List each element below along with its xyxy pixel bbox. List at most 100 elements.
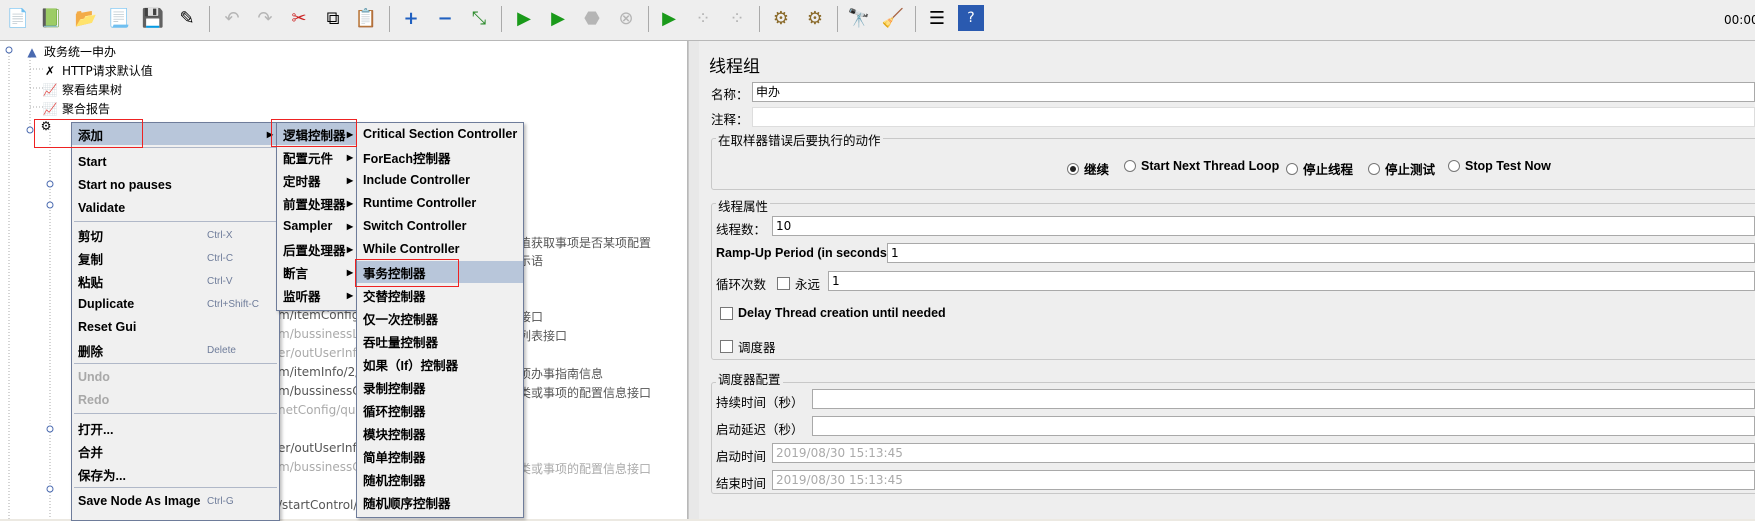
tree-node-results-tree[interactable]: 📈 察看结果树 (42, 81, 123, 98)
menu-item-foreach[interactable]: ForEach控制器 (357, 146, 523, 168)
menu-item-open[interactable]: 打开... (72, 417, 113, 439)
menu-item-timer[interactable]: 定时器 ▶ (277, 169, 359, 191)
start-time-field[interactable]: 2019/08/30 15:13:45 (772, 443, 1755, 463)
paste-icon[interactable]: 📋 (353, 5, 379, 31)
search-icon[interactable]: 🔭 (846, 5, 872, 31)
listener-icon: 📈 (42, 82, 58, 97)
submenu-arrow-icon: ▶ (346, 152, 353, 162)
stop-icon[interactable]: ⬣ (579, 5, 605, 31)
collapse-icon[interactable]: − (432, 5, 458, 31)
radio-stop-test-now[interactable]: Stop Test Now (1448, 159, 1551, 173)
menu-item-sampler[interactable]: Sampler ▶ (277, 215, 359, 237)
menu-item-switch[interactable]: Switch Controller (357, 215, 523, 237)
rampup-field[interactable]: 1 (887, 243, 1755, 263)
save-icon[interactable]: 💾 (140, 5, 166, 31)
submenu-arrow-icon: ▶ (346, 244, 353, 254)
menu-item-assertion[interactable]: 断言 ▶ (277, 261, 359, 283)
menu-item-interleave[interactable]: 交替控制器 (357, 284, 523, 306)
comment-field[interactable] (752, 107, 1755, 127)
duration-field[interactable] (812, 389, 1755, 409)
save-as-icon[interactable]: ✎ (174, 5, 200, 31)
menu-item-while[interactable]: While Controller (357, 238, 523, 260)
function-helper-icon[interactable]: ☰ (924, 5, 950, 31)
menu-item-random[interactable]: 随机控制器 (357, 468, 523, 490)
clear-all-icon[interactable]: ⚙ (802, 5, 828, 31)
radio-stop-thread[interactable]: 停止线程 (1286, 159, 1353, 178)
forever-checkbox[interactable]: 永远 (777, 274, 820, 293)
menu-item-loop[interactable]: 循环控制器 (357, 399, 523, 421)
menu-item-config-element[interactable]: 配置元件 ▶ (277, 146, 359, 168)
menu-item-paste[interactable]: 粘贴 Ctrl-V (72, 270, 279, 292)
radio-continue[interactable]: 继续 (1067, 159, 1109, 178)
startup-delay-label: 启动延迟（秒） (716, 422, 804, 437)
menu-item-post-processor[interactable]: 后置处理器 ▶ (277, 238, 359, 260)
help-icon[interactable]: ? (958, 5, 984, 31)
new-icon[interactable]: 📄 (5, 5, 31, 31)
menu-item-undo[interactable]: Undo (72, 366, 110, 388)
checkbox[interactable] (720, 340, 733, 353)
menu-item-simple[interactable]: 简单控制器 (357, 445, 523, 467)
name-field[interactable]: 申办 (752, 82, 1755, 102)
threads-field[interactable]: 10 (772, 216, 1755, 236)
menu-item-save-as[interactable]: 保存为... (72, 463, 126, 485)
menu-item-start[interactable]: Start (72, 151, 106, 173)
startup-delay-field[interactable] (812, 416, 1755, 436)
checkbox[interactable] (720, 306, 733, 320)
menu-item-redo[interactable]: Redo (72, 389, 109, 411)
clear-icon[interactable]: ⚙ (768, 5, 794, 31)
loop-count-label: 循环次数 (716, 277, 767, 292)
radio-button[interactable] (1448, 160, 1460, 172)
toggle-icon[interactable]: ⤡ (466, 5, 492, 31)
menu-item-delete[interactable]: 删除 Delete (72, 339, 279, 361)
delay-thread-checkbox[interactable]: Delay Thread creation until needed (720, 306, 946, 320)
hidden-tree-text: m/bussinessL (278, 327, 359, 341)
menu-item-module[interactable]: 模块控制器 (357, 422, 523, 444)
undo-icon[interactable]: ↶ (219, 5, 245, 31)
copy-icon[interactable]: ⧉ (320, 5, 346, 31)
radio-stop-test[interactable]: 停止测试 (1368, 159, 1435, 178)
menu-item-once-only[interactable]: 仅一次控制器 (357, 307, 523, 329)
radio-button[interactable] (1124, 160, 1136, 172)
menu-item-include[interactable]: Include Controller (357, 169, 523, 191)
templates-icon[interactable]: 📗 (38, 5, 64, 31)
menu-item-critical-section[interactable]: Critical Section Controller (357, 123, 523, 145)
menu-item-duplicate[interactable]: Duplicate Ctrl+Shift-C (72, 293, 279, 315)
menu-item-validate[interactable]: Validate (72, 197, 125, 219)
radio-button[interactable] (1067, 162, 1079, 175)
shutdown-icon[interactable]: ⊗ (613, 5, 639, 31)
menu-item-listener[interactable]: 监听器 ▶ (277, 284, 359, 306)
menu-item-throughput[interactable]: 吞吐量控制器 (357, 330, 523, 352)
remote-start-icon[interactable]: ▶ (656, 5, 682, 31)
menu-item-cut[interactable]: 剪切 Ctrl-X (72, 224, 279, 246)
menu-item-if[interactable]: 如果（If）控制器 (357, 353, 523, 375)
redo-icon[interactable]: ↷ (252, 5, 278, 31)
tree-node-http-defaults[interactable]: ✗ HTTP请求默认值 (42, 62, 153, 79)
menu-item-merge[interactable]: 合并 (72, 440, 103, 462)
remote-shutdown-icon[interactable]: ⁘ (724, 5, 750, 31)
scheduler-checkbox[interactable]: 调度器 (720, 337, 776, 356)
remote-stop-icon[interactable]: ⁘ (690, 5, 716, 31)
end-time-field[interactable]: 2019/08/30 15:13:45 (772, 470, 1755, 490)
menu-item-reset-gui[interactable]: Reset Gui (72, 316, 136, 338)
menu-item-runtime[interactable]: Runtime Controller (357, 192, 523, 214)
menu-item-recording[interactable]: 录制控制器 (357, 376, 523, 398)
menu-item-save-node-image[interactable]: Save Node As Image Ctrl-G (72, 490, 279, 512)
menu-item-copy[interactable]: 复制 Ctrl-C (72, 247, 279, 269)
tree-node-test-plan[interactable]: ▲ 政务统一申办 (24, 43, 116, 60)
close-icon[interactable]: 📃 (106, 5, 132, 31)
menu-item-random-order[interactable]: 随机顺序控制器 (357, 491, 523, 513)
cut-icon[interactable]: ✂ (286, 5, 312, 31)
checkbox[interactable] (777, 277, 790, 290)
radio-button[interactable] (1368, 162, 1380, 175)
reset-search-icon[interactable]: 🧹 (880, 5, 906, 31)
open-icon[interactable]: 📂 (73, 5, 99, 31)
tree-node-aggregate-report[interactable]: 📈 聚合报告 (42, 100, 111, 117)
radio-button[interactable] (1286, 162, 1298, 175)
expand-icon[interactable]: + (398, 5, 424, 31)
radio-start-next-loop[interactable]: Start Next Thread Loop (1124, 159, 1279, 173)
start-no-pauses-icon[interactable]: ▶ (545, 5, 571, 31)
menu-item-start-no-pauses[interactable]: Start no pauses (72, 174, 172, 196)
start-icon[interactable]: ▶ (511, 5, 537, 31)
loop-count-field[interactable]: 1 (828, 271, 1755, 291)
menu-item-pre-processor[interactable]: 前置处理器 ▶ (277, 192, 359, 214)
